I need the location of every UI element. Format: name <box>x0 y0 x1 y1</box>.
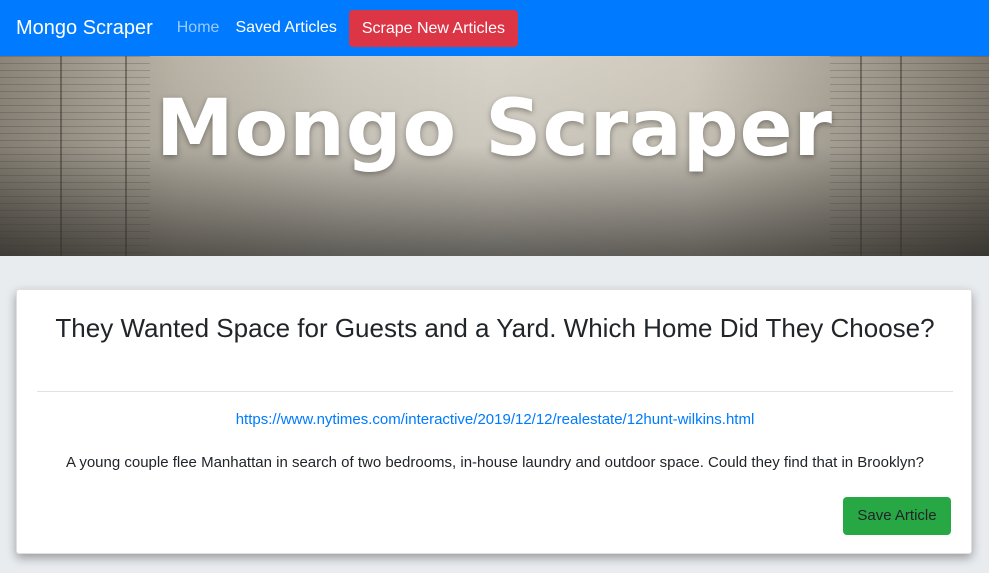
hero-title: Mongo Scraper <box>155 84 834 174</box>
nav-home-link[interactable]: Home <box>169 19 228 37</box>
hero-banner: Mongo Scraper <box>0 56 989 256</box>
article-summary: A young couple flee Manhattan in search … <box>65 454 925 471</box>
article-card: They Wanted Space for Guests and a Yard.… <box>16 289 972 554</box>
card-divider <box>37 391 953 392</box>
navbar-brand[interactable]: Mongo Scraper <box>16 17 153 40</box>
navbar: Mongo Scraper Home Saved Articles Scrape… <box>0 0 989 56</box>
scrape-new-articles-button[interactable]: Scrape New Articles <box>348 9 518 47</box>
save-article-button[interactable]: Save Article <box>843 497 951 535</box>
article-title: They Wanted Space for Guests and a Yard.… <box>55 313 935 343</box>
article-link[interactable]: https://www.nytimes.com/interactive/2019… <box>17 411 973 428</box>
nav-saved-articles-link[interactable]: Saved Articles <box>227 19 344 37</box>
